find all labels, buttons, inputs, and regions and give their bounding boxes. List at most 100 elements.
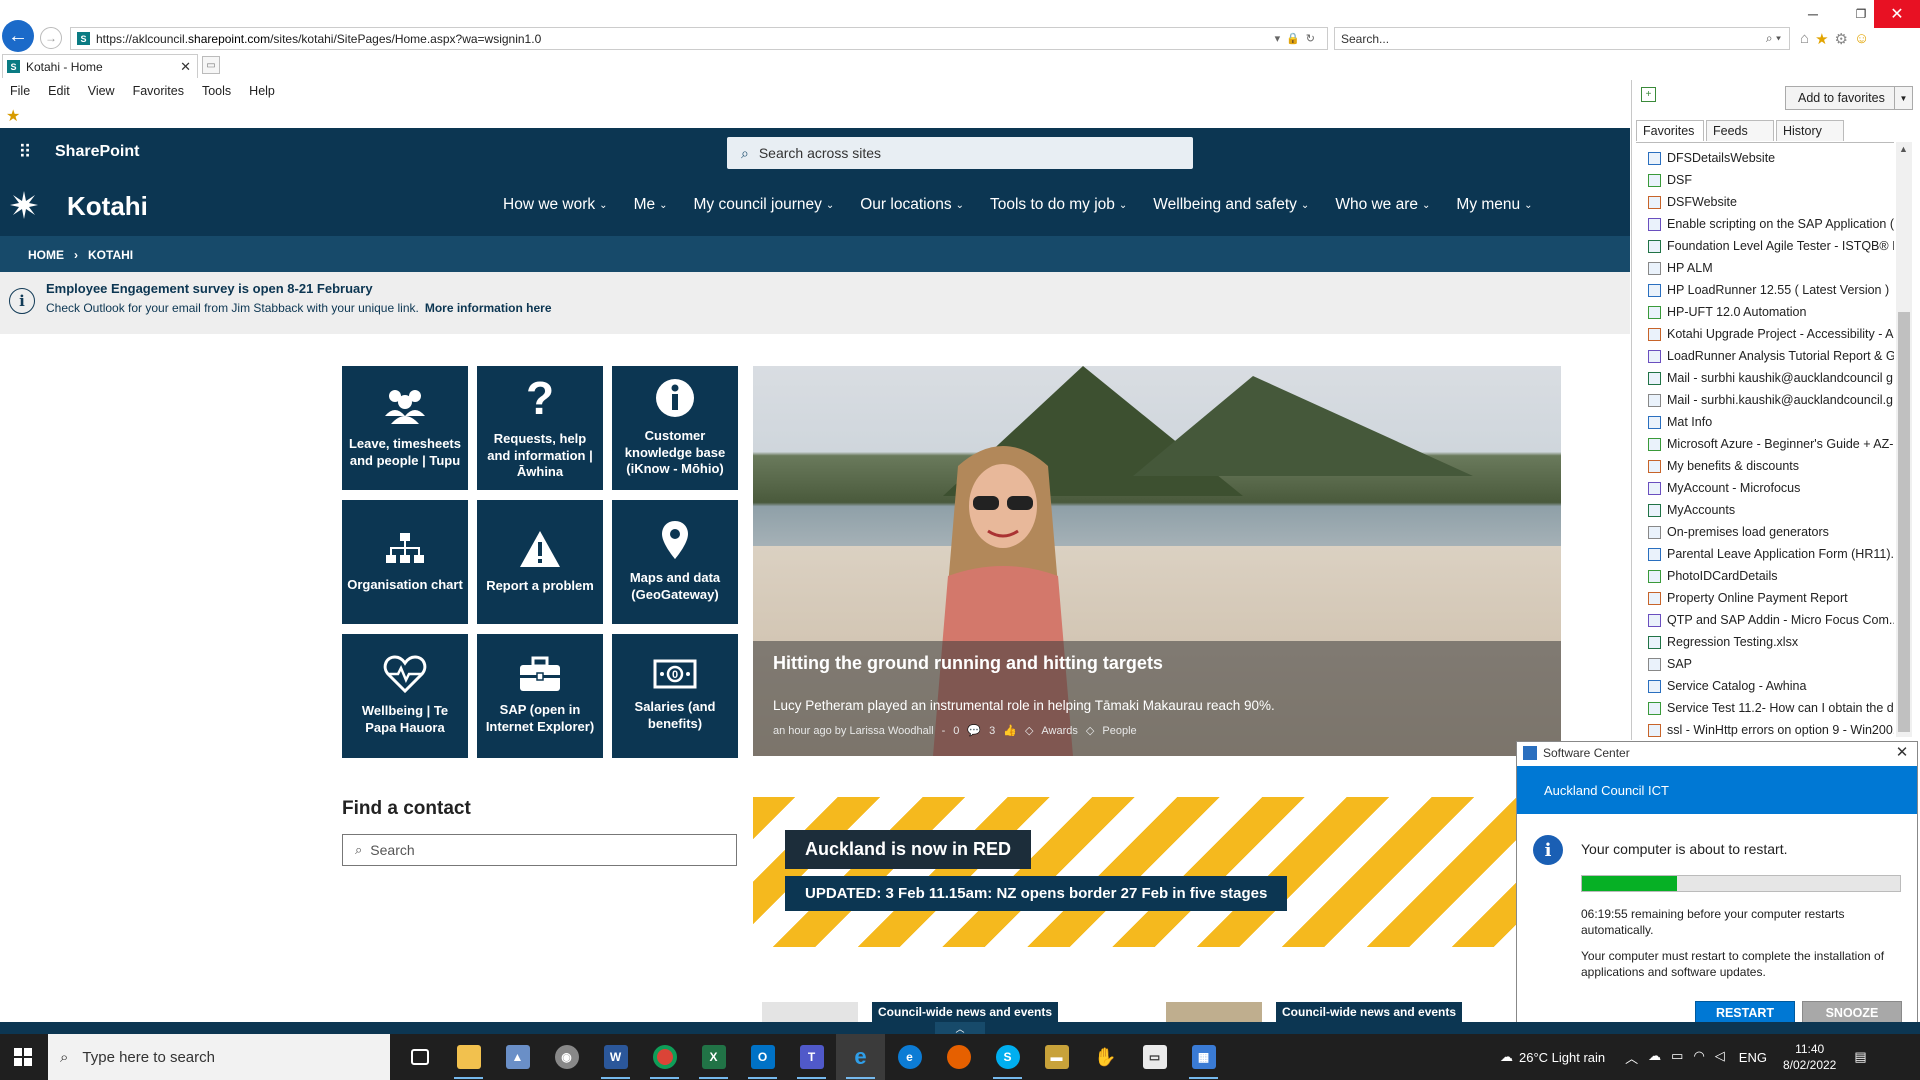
chevron-up-icon[interactable]: ▲ xyxy=(1899,144,1908,154)
software-center-taskbar-icon[interactable]: ▦ xyxy=(1179,1034,1228,1080)
covid-banner[interactable] xyxy=(753,797,1561,947)
add-favorites-bar-icon[interactable]: ★ xyxy=(6,106,26,125)
excel-icon[interactable]: X xyxy=(689,1034,738,1080)
favorites-star-icon[interactable]: ★ xyxy=(1815,30,1828,48)
clock[interactable]: 11:40 8/02/2022 xyxy=(1783,1041,1836,1073)
favorite-item[interactable]: Foundation Level Agile Tester - ISTQB® I… xyxy=(1636,235,1894,257)
window-app-icon[interactable]: ▭ xyxy=(1130,1034,1179,1080)
favorite-item[interactable]: PhotoIDCardDetails xyxy=(1636,565,1894,587)
tile-report-problem[interactable]: Report a problem xyxy=(477,500,603,624)
news-thumbnail[interactable] xyxy=(1166,1002,1262,1022)
news-thumbnail[interactable] xyxy=(762,1002,858,1022)
weather-widget[interactable]: ☁ 26°C Light rain xyxy=(1500,1049,1605,1065)
edge-icon[interactable]: e xyxy=(885,1034,934,1080)
tile-customer-knowledge[interactable]: Customer knowledge base (iKnow - Mōhio) xyxy=(612,366,738,490)
tile-requests-help[interactable]: ? Requests, help and information | Āwhin… xyxy=(477,366,603,490)
hero-title[interactable]: Hitting the ground running and hitting t… xyxy=(773,653,1163,674)
menu-tools[interactable]: Tools xyxy=(202,84,231,98)
favorite-item[interactable]: DSF xyxy=(1636,169,1894,191)
favorite-item[interactable]: Mail - surbhi kaushik@aucklandcouncil g.… xyxy=(1636,367,1894,389)
kotahi-logo-icon[interactable] xyxy=(8,188,40,224)
tool-app-icon[interactable]: ▬ xyxy=(1032,1034,1081,1080)
notification-icon[interactable]: ▤ xyxy=(1854,1049,1866,1065)
word-icon[interactable]: W xyxy=(591,1034,640,1080)
favorite-item[interactable]: Mat Info xyxy=(1636,411,1894,433)
tile-org-chart[interactable]: Organisation chart xyxy=(342,500,468,624)
favorite-item[interactable]: My benefits & discounts xyxy=(1636,455,1894,477)
home-icon[interactable]: ⌂ xyxy=(1800,30,1809,47)
favorite-item[interactable]: Kotahi Upgrade Project - Accessibility -… xyxy=(1636,323,1894,345)
close-tab-icon[interactable]: ✕ xyxy=(180,59,191,75)
favorite-item[interactable]: LoadRunner Analysis Tutorial Report & G.… xyxy=(1636,345,1894,367)
internet-explorer-icon[interactable]: e xyxy=(836,1034,885,1080)
favorite-item[interactable]: Parental Leave Application Form (HR11)..… xyxy=(1636,543,1894,565)
gear-icon[interactable]: ⚙ xyxy=(1835,30,1848,48)
favorite-item[interactable]: ssl - WinHttp errors on option 9 - Win20… xyxy=(1636,719,1894,737)
browser-search-input[interactable]: Search... ⌕ ▾ xyxy=(1334,27,1790,50)
menu-favorites[interactable]: Favorites xyxy=(133,84,184,98)
favorite-item[interactable]: Regression Testing.xlsx xyxy=(1636,631,1894,653)
favorite-item[interactable]: Property Online Payment Report xyxy=(1636,587,1894,609)
chevron-down-icon[interactable]: ▼ xyxy=(1894,87,1912,109)
wifi-icon[interactable]: ◠ xyxy=(1693,1048,1704,1067)
add-to-favorites-button[interactable]: Add to favorites ▼ xyxy=(1785,86,1913,110)
address-controls-icon[interactable]: ▾🔒↻ xyxy=(1275,32,1321,45)
nav-my-council-journey[interactable]: My council journey ⌄ xyxy=(694,196,835,214)
favorite-item[interactable]: QTP and SAP Addin - Micro Focus Com... xyxy=(1636,609,1894,631)
chrome-icon[interactable] xyxy=(640,1034,689,1080)
windows-start-icon[interactable] xyxy=(0,1034,46,1080)
favorite-item[interactable]: MyAccounts xyxy=(1636,499,1894,521)
breadcrumb-home[interactable]: HOME xyxy=(28,248,64,262)
back-button[interactable]: ← xyxy=(2,20,34,52)
tag-awards[interactable]: Awards xyxy=(1041,725,1077,737)
favorites-scrollbar[interactable]: ▲ xyxy=(1896,142,1912,737)
file-explorer-icon[interactable] xyxy=(444,1034,493,1080)
outlook-icon[interactable]: O xyxy=(738,1034,787,1080)
chevron-up-icon[interactable]: ︿ xyxy=(935,1022,985,1034)
find-contact-search-input[interactable]: ⌕ Search xyxy=(342,834,737,866)
pin-pane-icon[interactable]: + xyxy=(1641,87,1656,102)
notice-link[interactable]: More information here xyxy=(425,301,552,315)
menu-edit[interactable]: Edit xyxy=(48,84,70,98)
favorite-item[interactable]: DFSDetailsWebsite xyxy=(1636,147,1894,169)
sharepoint-search-input[interactable]: ⌕ Search across sites xyxy=(727,137,1193,169)
like-icon[interactable]: 👍 xyxy=(1003,724,1017,737)
hero-news-card[interactable]: Hitting the ground running and hitting t… xyxy=(753,366,1561,756)
breadcrumb-kotahi[interactable]: KOTAHI xyxy=(88,248,133,262)
tile-salaries[interactable]: 0 Salaries (and benefits) xyxy=(612,634,738,758)
tag-people[interactable]: People xyxy=(1102,725,1136,737)
banner-update[interactable]: UPDATED: 3 Feb 11.15am: NZ opens border … xyxy=(785,876,1288,911)
tile-sap[interactable]: SAP (open in Internet Explorer) xyxy=(477,634,603,758)
utility-app-icon[interactable]: ✋ xyxy=(1081,1034,1130,1080)
tile-maps-data[interactable]: Maps and data (GeoGateway) xyxy=(612,500,738,624)
favorite-item[interactable]: SAP xyxy=(1636,653,1894,675)
comment-icon[interactable]: 💬 xyxy=(967,724,981,737)
menu-help[interactable]: Help xyxy=(249,84,275,98)
browser-tab-active[interactable]: S Kotahi - Home ✕ xyxy=(2,54,198,78)
scrollbar-thumb[interactable] xyxy=(1898,312,1910,732)
onedrive-icon[interactable]: ☁ xyxy=(1648,1048,1661,1067)
skype-icon[interactable]: S xyxy=(983,1034,1032,1080)
search-icon[interactable]: ⌕ ▾ xyxy=(1766,31,1781,46)
minimize-button[interactable]: ─ xyxy=(1790,0,1836,28)
banner-headline[interactable]: Auckland is now in RED xyxy=(785,830,1032,869)
tab-favorites[interactable]: Favorites xyxy=(1636,120,1704,141)
favorite-item[interactable]: HP LoadRunner 12.55 ( Latest Version ) xyxy=(1636,279,1894,301)
favorite-item[interactable]: Service Test 11.2- How can I obtain the … xyxy=(1636,697,1894,719)
site-title[interactable]: Kotahi xyxy=(67,191,148,222)
close-icon[interactable]: ✕ xyxy=(1892,742,1912,762)
teams-icon[interactable]: T xyxy=(787,1034,836,1080)
favorite-item[interactable]: On-premises load generators xyxy=(1636,521,1894,543)
nav-our-locations[interactable]: Our locations ⌄ xyxy=(860,196,964,214)
menu-file[interactable]: File xyxy=(10,84,30,98)
favorite-item[interactable]: Service Catalog - Awhina xyxy=(1636,675,1894,697)
favorite-item[interactable]: HP ALM xyxy=(1636,257,1894,279)
sharepoint-brand[interactable]: SharePoint xyxy=(55,143,139,161)
tab-history[interactable]: History xyxy=(1776,120,1844,141)
nav-me[interactable]: Me ⌄ xyxy=(634,196,668,214)
favorite-item[interactable]: Enable scripting on the SAP Application … xyxy=(1636,213,1894,235)
chevron-up-icon[interactable]: ︿ xyxy=(1625,1048,1638,1067)
smiley-icon[interactable]: ☺ xyxy=(1854,30,1869,47)
favorite-item[interactable]: Microsoft Azure - Beginner's Guide + AZ-… xyxy=(1636,433,1894,455)
favorite-item[interactable]: MyAccount - Microfocus xyxy=(1636,477,1894,499)
